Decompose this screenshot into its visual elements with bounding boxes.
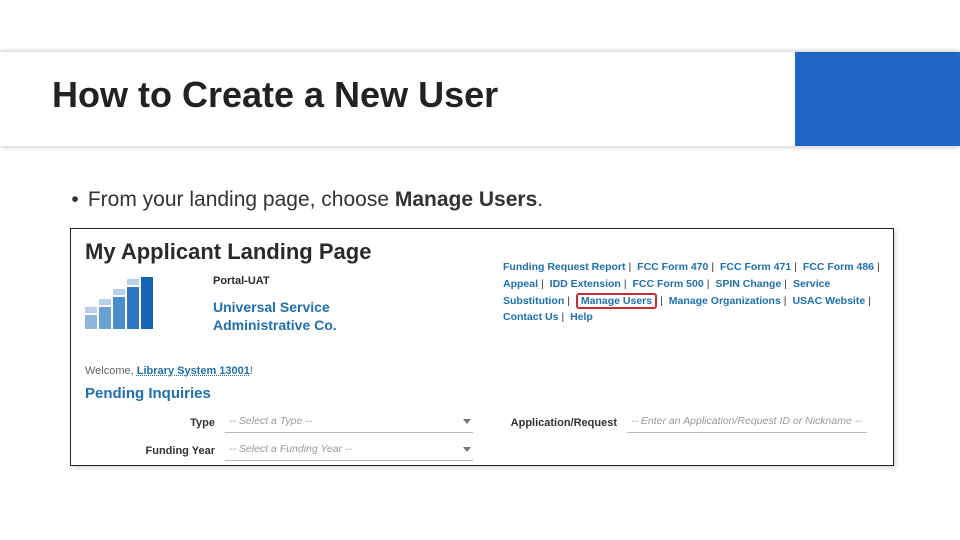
- select-type[interactable]: -- Select a Type --: [225, 413, 473, 433]
- input-application-placeholder: -- Enter an Application/Request ID or Ni…: [631, 415, 862, 427]
- link-spin-change[interactable]: SPIN Change: [715, 278, 781, 290]
- link-funding-request-report[interactable]: Funding Request Report: [503, 261, 626, 273]
- bullet-text-strong: Manage Users: [395, 188, 537, 211]
- select-funding-year-placeholder: -- Select a Funding Year --: [229, 443, 352, 455]
- label-application-request: Application/Request: [487, 417, 617, 429]
- link-fcc-form-470[interactable]: FCC Form 470: [637, 261, 708, 273]
- link-fcc-form-471[interactable]: FCC Form 471: [720, 261, 791, 273]
- select-funding-year[interactable]: -- Select a Funding Year --: [225, 441, 473, 461]
- slide: How to Create a New User • From your lan…: [0, 0, 960, 540]
- bullet-text-prefix: From your landing page, choose: [88, 188, 395, 211]
- link-manage-users[interactable]: Manage Users: [581, 295, 652, 307]
- form-row-funding-year: Funding Year -- Select a Funding Year --: [85, 441, 879, 465]
- header-accent: [795, 52, 960, 146]
- link-contact-us[interactable]: Contact Us: [503, 311, 558, 323]
- company-name-line2: Administrative Co.: [213, 317, 337, 333]
- usac-logo: [85, 275, 203, 329]
- bullet-icon: •: [68, 188, 82, 212]
- usac-logo-svg: [85, 275, 203, 329]
- welcome-text: Welcome, Library System 13001!: [85, 365, 253, 377]
- portal-env-label: Portal-UAT: [213, 275, 270, 287]
- company-name-line1: Universal Service: [213, 299, 330, 315]
- label-funding-year: Funding Year: [85, 445, 215, 457]
- chevron-down-icon: [463, 447, 471, 452]
- chevron-down-icon: [463, 419, 471, 424]
- welcome-suffix: !: [250, 365, 253, 377]
- bullet-item: • From your landing page, choose Manage …: [68, 188, 543, 212]
- link-fcc-form-500[interactable]: FCC Form 500: [633, 278, 704, 290]
- link-usac-website[interactable]: USAC Website: [792, 295, 865, 307]
- landing-page-title: My Applicant Landing Page: [85, 239, 371, 265]
- link-idd-extension[interactable]: IDD Extension: [550, 278, 621, 290]
- manage-users-highlight: Manage Users: [576, 293, 657, 309]
- link-help[interactable]: Help: [570, 311, 593, 323]
- quick-links: Funding Request Report| FCC Form 470| FC…: [503, 259, 883, 326]
- link-appeal[interactable]: Appeal: [503, 278, 538, 290]
- form-row-type: Type -- Select a Type -- Application/Req…: [85, 413, 879, 437]
- pending-inquiries-heading: Pending Inquiries: [85, 385, 211, 402]
- link-fcc-form-486[interactable]: FCC Form 486: [803, 261, 874, 273]
- slide-title: How to Create a New User: [52, 74, 498, 116]
- select-type-placeholder: -- Select a Type --: [229, 415, 312, 427]
- label-type: Type: [85, 417, 215, 429]
- bullet-text-suffix: .: [537, 188, 543, 211]
- welcome-entity-link[interactable]: Library System 13001: [137, 365, 250, 377]
- link-manage-organizations[interactable]: Manage Organizations: [669, 295, 781, 307]
- welcome-prefix: Welcome,: [85, 365, 137, 377]
- input-application-request[interactable]: -- Enter an Application/Request ID or Ni…: [627, 413, 867, 433]
- company-name: Universal Service Administrative Co.: [213, 299, 337, 334]
- screenshot-panel: My Applicant Landing Page Portal-UAT Uni…: [70, 228, 894, 466]
